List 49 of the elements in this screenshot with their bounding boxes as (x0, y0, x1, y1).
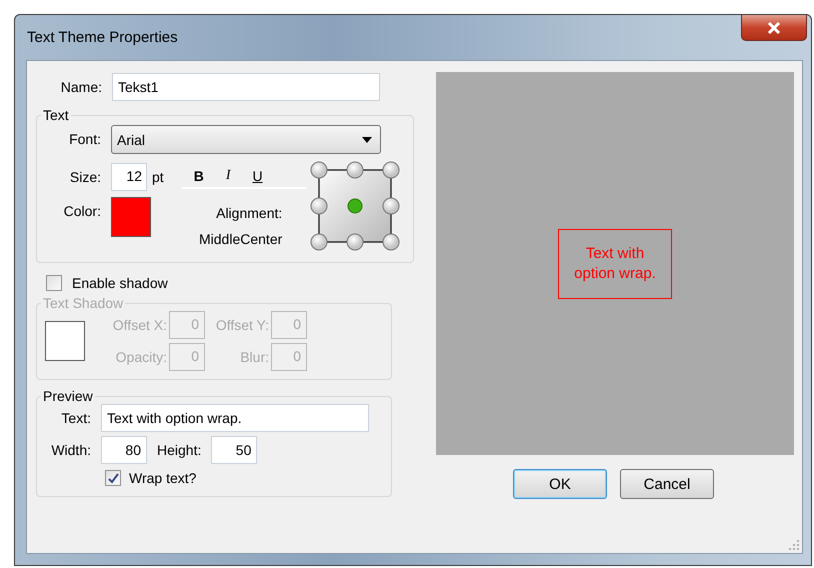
height-field[interactable]: 50 (211, 436, 258, 464)
alignment-handle[interactable] (382, 198, 400, 214)
width-field[interactable]: 80 (101, 436, 147, 464)
shadow-color-swatch[interactable] (45, 321, 85, 361)
field-label: Font: (68, 130, 102, 146)
underline-button[interactable]: U (248, 168, 267, 184)
size-field[interactable]: 12 (111, 163, 147, 191)
font-dropdown[interactable]: Arial (111, 125, 381, 154)
dialog-button[interactable]: Cancel (620, 469, 714, 499)
checkbox[interactable] (46, 275, 62, 291)
color-swatch[interactable] (111, 197, 151, 237)
window-title: Text Theme Properties (27, 29, 178, 46)
alignment-handle[interactable] (346, 162, 364, 178)
close-button[interactable] (741, 15, 807, 41)
alignment-handle[interactable] (348, 198, 362, 214)
alignment-handle[interactable] (310, 234, 328, 250)
italic-button[interactable]: I (222, 168, 234, 184)
group-title: Text (42, 107, 70, 123)
name-field[interactable]: Tekst1 (112, 73, 380, 101)
unit-label: pt (152, 169, 164, 185)
dropdown-arrow-icon (362, 136, 372, 142)
field-label: Text: (60, 410, 92, 426)
checkbox-label: Wrap text? (129, 470, 196, 486)
field-label: Width: (50, 442, 92, 458)
close-icon (767, 22, 781, 34)
preview-text: Text with option wrap. (558, 228, 672, 298)
group-title: Text Shadow (42, 295, 124, 311)
alignment-handle[interactable] (310, 198, 328, 214)
field-label: Name: (60, 79, 103, 95)
field-label: Offset Y: (216, 317, 269, 333)
field-label: Offset X: (112, 317, 167, 333)
checkbox[interactable] (105, 470, 121, 486)
resize-grip-icon (788, 539, 800, 551)
alignment-handle[interactable] (382, 162, 400, 178)
field-label: Color: (62, 202, 102, 219)
alignment-handle[interactable] (382, 234, 400, 250)
field-label: Alignment: (216, 205, 282, 221)
field-label: Opacity: (116, 349, 167, 365)
field-label: Height: (157, 442, 202, 458)
alignment-handle[interactable] (346, 234, 364, 250)
field-label: Blur: (240, 349, 269, 365)
alignment-handle[interactable] (310, 162, 328, 178)
checkbox-label: Enable shadow (72, 275, 168, 291)
preview-text-field[interactable]: Text with option wrap. (101, 404, 369, 432)
bold-button[interactable]: B (190, 168, 208, 184)
dialog-button[interactable]: OK (513, 469, 607, 499)
field-label: Size: (68, 169, 102, 185)
group-title: Preview (42, 388, 94, 404)
alignment-value: MiddleCenter (199, 231, 282, 247)
